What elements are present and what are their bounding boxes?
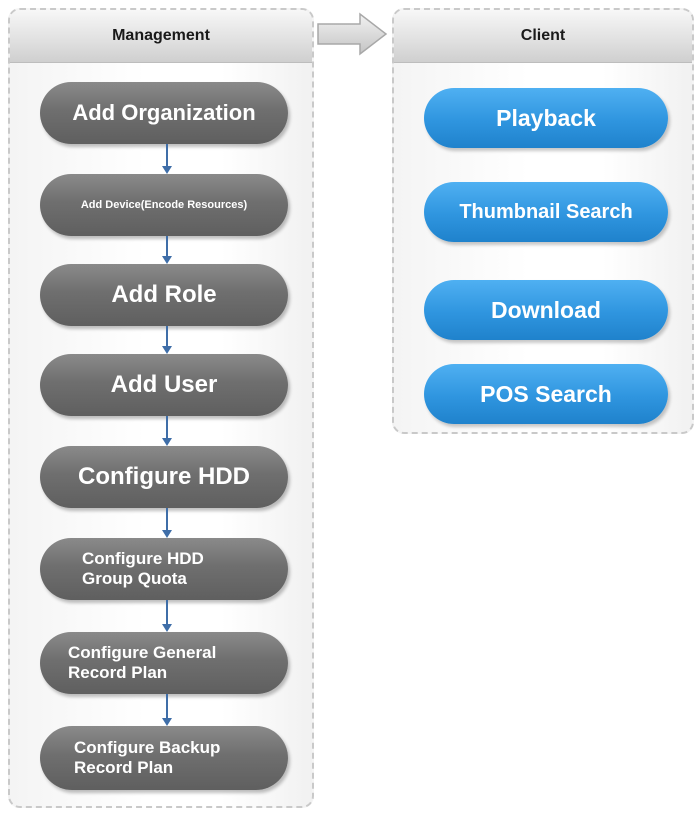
management-header: Management xyxy=(10,10,312,62)
step-configure-backup-record-plan[interactable]: Configure Backup Record Plan xyxy=(40,726,288,790)
flow-arrow-icon xyxy=(162,416,172,446)
client-header: Client xyxy=(394,10,692,62)
management-panel: Management Add Organization Add Device(E… xyxy=(8,8,314,808)
flow-arrow-icon xyxy=(162,508,172,538)
step-configure-general-record-plan[interactable]: Configure General Record Plan xyxy=(40,632,288,694)
pos-search-button[interactable]: POS Search xyxy=(424,364,668,424)
flow-arrow-icon xyxy=(162,236,172,264)
playback-button[interactable]: Playback xyxy=(424,88,668,148)
flow-arrow-icon xyxy=(162,144,172,174)
step-add-user[interactable]: Add User xyxy=(40,354,288,416)
flow-arrow-icon xyxy=(162,326,172,354)
flow-arrow-icon xyxy=(162,694,172,726)
step-label: Configure HDD Group Quota xyxy=(82,549,204,588)
step-label: Add Role xyxy=(111,281,217,309)
client-panel: Client Playback Thumbnail Search Downloa… xyxy=(392,8,694,434)
step-label: Configure Backup Record Plan xyxy=(74,738,221,777)
step-add-role[interactable]: Add Role xyxy=(40,264,288,326)
right-arrow-icon xyxy=(317,12,388,56)
step-label: Configure General Record Plan xyxy=(68,643,217,682)
step-add-device[interactable]: Add Device(Encode Resources) xyxy=(40,174,288,236)
step-label: Add User xyxy=(110,371,218,399)
step-label: Add Device(Encode Resources) xyxy=(80,198,248,211)
download-button[interactable]: Download xyxy=(424,280,668,340)
step-configure-hdd[interactable]: Configure HDD xyxy=(40,446,288,508)
step-add-organization[interactable]: Add Organization xyxy=(40,82,288,144)
flow-arrow-icon xyxy=(162,600,172,632)
step-label: Configure HDD xyxy=(78,463,250,491)
thumbnail-search-button[interactable]: Thumbnail Search xyxy=(424,182,668,242)
step-label: Add Organization xyxy=(72,100,256,126)
step-configure-hdd-group-quota[interactable]: Configure HDD Group Quota xyxy=(40,538,288,600)
